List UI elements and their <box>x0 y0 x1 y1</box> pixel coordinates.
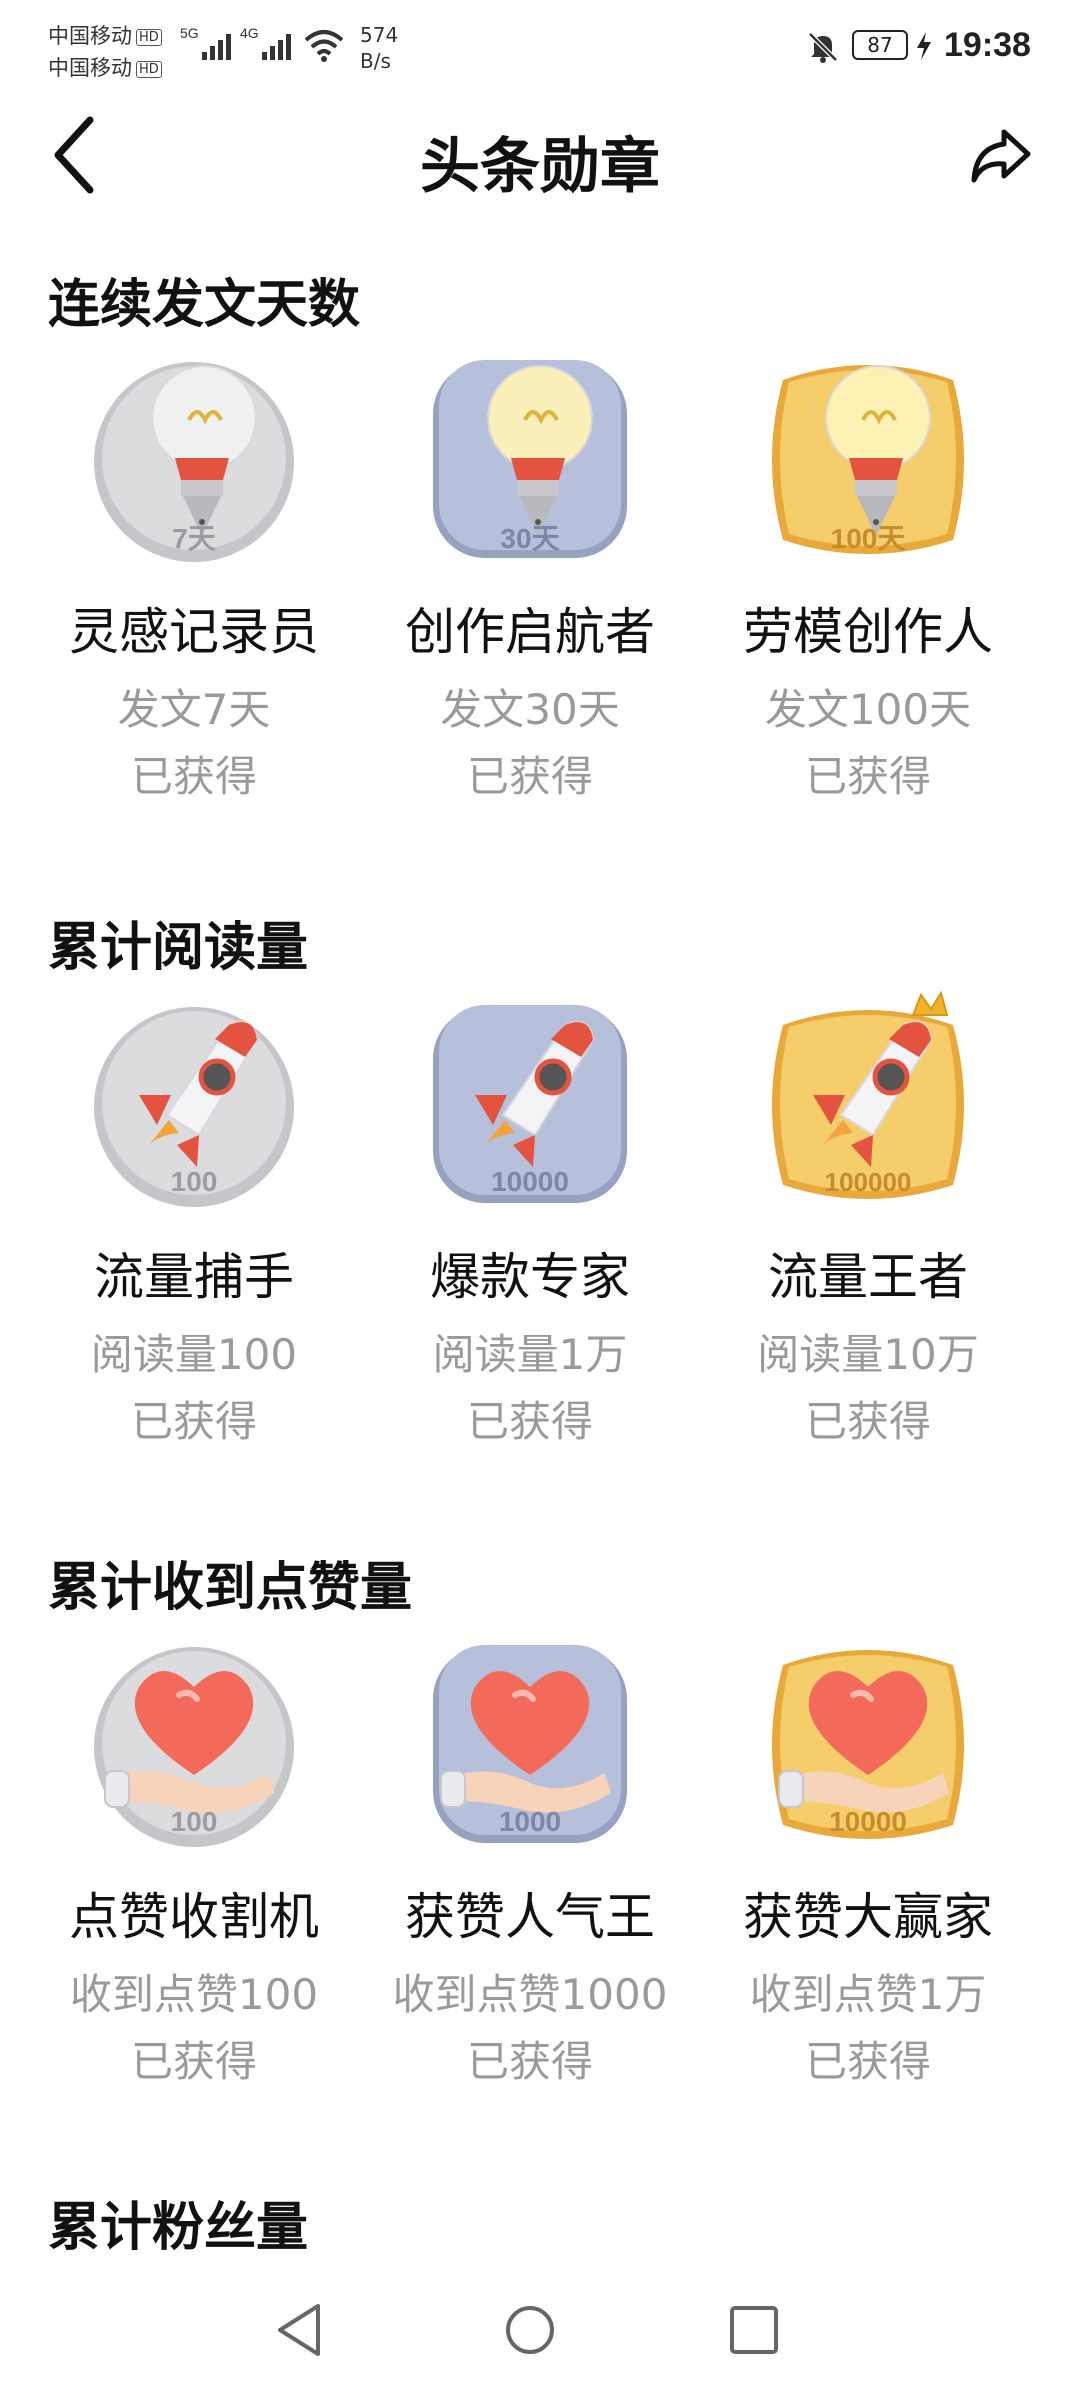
status-bar: 中国移动 HD 中国移动 HD 5G 4G 574 B/s 87 19:38 <box>0 0 1080 90</box>
badge-requirement: 发文100天 <box>764 685 972 734</box>
badge-card[interactable]: 100000 流量王者阅读量10万 已获得 <box>698 985 1038 1449</box>
rocket-icon: 100 <box>94 1007 294 1207</box>
badge-requirement: 阅读量100 <box>90 1330 298 1379</box>
rocket-icon: 10000 <box>433 1005 627 1203</box>
carrier-1: 中国移动 HD <box>48 20 162 50</box>
medal-label: 100天 <box>831 523 906 554</box>
medal-label: 30天 <box>500 523 559 554</box>
battery-indicator: 87 <box>852 30 908 60</box>
section-title-followers: 累计粉丝量 <box>48 2198 309 2258</box>
top-nav-bar: 头条勋章 <box>0 90 1080 220</box>
badge-requirement: 阅读量1万 <box>432 1330 628 1379</box>
signal-4g-icon: 4G <box>240 25 291 60</box>
clock: 19:38 <box>944 26 1031 64</box>
badge-name: 灵感记录员 <box>69 603 319 661</box>
signal-5g-icon: 5G <box>180 25 231 60</box>
badge-status: 已获得 <box>804 2037 931 2086</box>
system-navigation-bar <box>0 2270 1080 2400</box>
svg-text:4G: 4G <box>240 25 259 41</box>
badge-requirement: 发文7天 <box>117 685 271 734</box>
badge-card[interactable]: 100 点赞收割机收到点赞100 已获得 <box>24 1625 364 2089</box>
medal-image: 30天 <box>415 340 645 570</box>
badge-card[interactable]: 7天灵感记录员发文7天已获得 <box>24 340 364 804</box>
badge-card[interactable]: 100天劳模创作人发文100天 已获得 <box>698 340 1038 804</box>
badge-name: 爆款专家 <box>430 1248 630 1306</box>
crowned-rocket-icon: 100000 <box>772 990 964 1199</box>
badge-status: 已获得 <box>804 752 931 801</box>
heart-hand-icon: 1000 <box>433 1645 627 1843</box>
medal-image: 7天 <box>79 340 309 570</box>
badge-name: 流量捕手 <box>94 1248 294 1306</box>
wifi-icon <box>304 30 344 62</box>
badge-name: 点赞收割机 <box>69 1888 319 1946</box>
svg-text:5G: 5G <box>180 25 199 41</box>
lightbulb-pen-icon: 100天 <box>772 365 964 554</box>
medal-image: 10000 <box>753 1625 983 1855</box>
network-speed: 574 B/s <box>360 23 399 73</box>
heart-hand-icon: 10000 <box>772 1650 964 1839</box>
medal-image: 100 <box>79 1625 309 1855</box>
nav-home-icon[interactable] <box>490 2290 570 2370</box>
medal-label: 100000 <box>825 1167 912 1197</box>
medal-label: 1000 <box>499 1806 561 1837</box>
badge-status: 已获得 <box>130 752 257 801</box>
badge-status: 已获得 <box>466 752 593 801</box>
medal-image: 1000 <box>415 1625 645 1855</box>
badge-requirement: 收到点赞100 <box>69 1970 319 2019</box>
medal-image: 100 <box>79 985 309 1215</box>
badge-card[interactable]: 100 流量捕手阅读量100 已获得 <box>24 985 364 1449</box>
medal-label: 10000 <box>829 1806 907 1837</box>
badge-card[interactable]: 1000 获赞人气王收到点赞1000 已获得 <box>360 1625 700 2089</box>
badge-card[interactable]: 10000 爆款专家阅读量1万已获得 <box>360 985 700 1449</box>
badge-name: 创作启航者 <box>405 603 655 661</box>
badge-requirement: 收到点赞1万 <box>749 1970 987 2019</box>
medal-label: 7天 <box>172 523 216 554</box>
section-title-posting-days: 连续发文天数 <box>48 275 361 335</box>
badge-status: 已获得 <box>130 1397 257 1446</box>
medal-label: 100 <box>171 1166 218 1197</box>
badge-card[interactable]: 10000 获赞大赢家收到点赞1万 已获得 <box>698 1625 1038 2089</box>
badge-status: 已获得 <box>804 1397 931 1446</box>
lightbulb-pen-icon: 30天 <box>433 360 627 558</box>
page-title: 头条勋章 <box>420 132 660 202</box>
medal-image: 100天 <box>753 340 983 570</box>
medal-label: 100 <box>171 1806 218 1837</box>
badge-requirement: 发文30天 <box>440 685 620 734</box>
badge-name: 流量王者 <box>768 1248 968 1306</box>
badge-name: 获赞大赢家 <box>743 1888 993 1946</box>
badge-name: 获赞人气王 <box>405 1888 655 1946</box>
badge-status: 已获得 <box>466 2037 593 2086</box>
carrier-2: 中国移动 HD <box>48 52 162 82</box>
share-icon[interactable] <box>966 120 1036 190</box>
nav-back-icon[interactable] <box>262 2290 342 2370</box>
lightbulb-pen-icon: 7天 <box>94 362 294 562</box>
nav-recents-icon[interactable] <box>714 2290 794 2370</box>
mute-bell-icon <box>808 32 838 63</box>
badge-name: 劳模创作人 <box>743 603 993 661</box>
section-title-read-count: 累计阅读量 <box>48 918 309 978</box>
badge-requirement: 收到点赞1000 <box>392 1970 668 2019</box>
section-title-likes: 累计收到点赞量 <box>48 1558 413 1618</box>
medal-label: 10000 <box>491 1166 569 1197</box>
heart-hand-icon: 100 <box>94 1647 294 1847</box>
badge-status: 已获得 <box>466 1397 593 1446</box>
charging-bolt-icon <box>917 32 931 60</box>
medal-image: 10000 <box>415 985 645 1215</box>
badge-requirement: 阅读量10万 <box>757 1330 979 1379</box>
medal-image: 100000 <box>753 985 983 1215</box>
badge-card[interactable]: 30天创作启航者发文30天已获得 <box>360 340 700 804</box>
badge-status: 已获得 <box>130 2037 257 2086</box>
